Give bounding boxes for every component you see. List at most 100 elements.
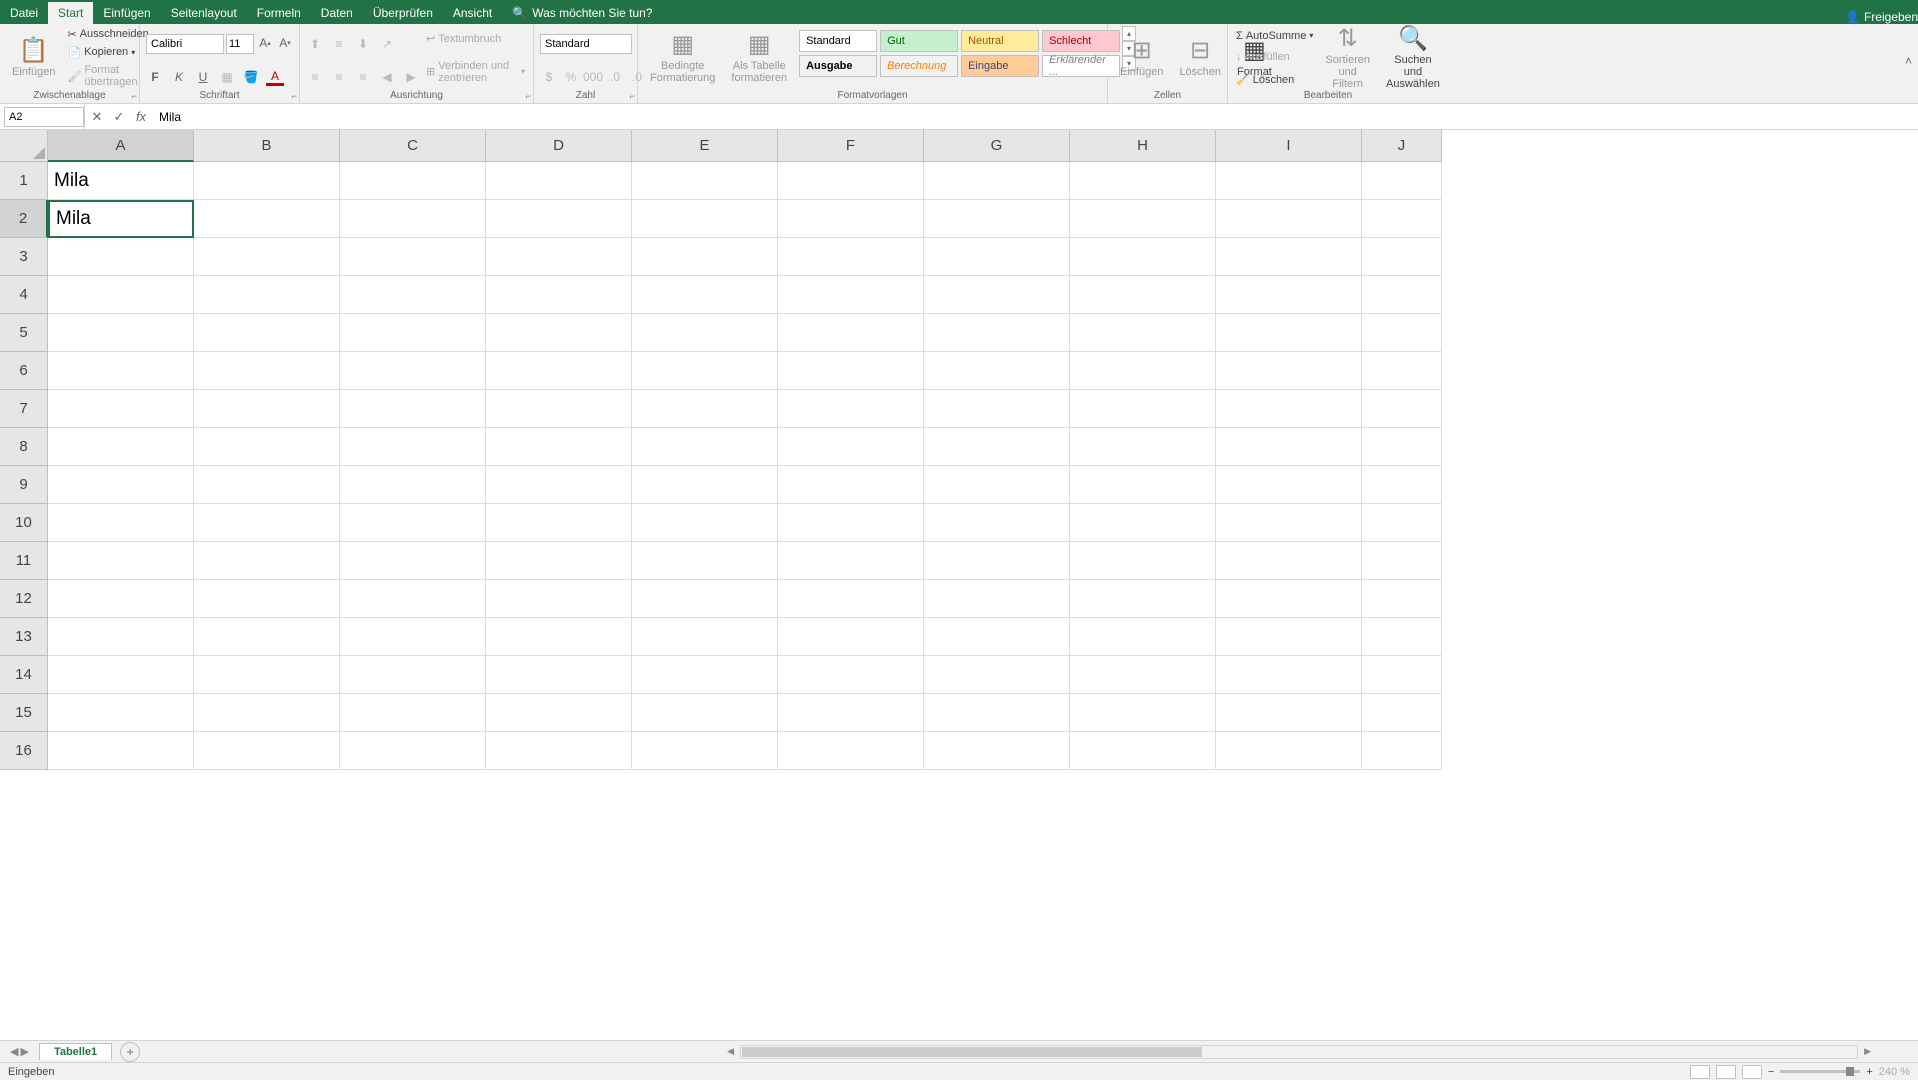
cell-G12[interactable] — [924, 580, 1070, 618]
sort-filter-button[interactable]: ⇅ Sortieren und Filtern — [1319, 26, 1376, 90]
row-header-10[interactable]: 10 — [0, 504, 48, 542]
page-layout-view-button[interactable] — [1716, 1065, 1736, 1079]
cell-C3[interactable] — [340, 238, 486, 276]
cell-A4[interactable] — [48, 276, 194, 314]
cell-J3[interactable] — [1362, 238, 1442, 276]
row-header-12[interactable]: 12 — [0, 580, 48, 618]
borders-button[interactable]: ▦ — [218, 68, 236, 86]
thousands-button[interactable]: 000 — [584, 68, 602, 86]
row-header-4[interactable]: 4 — [0, 276, 48, 314]
cell-D4[interactable] — [486, 276, 632, 314]
cell-H3[interactable] — [1070, 238, 1216, 276]
share-button[interactable]: 👤 Freigeben — [1845, 10, 1918, 24]
tell-me-search[interactable]: 🔍 Was möchten Sie tun? — [502, 2, 662, 24]
style-gut[interactable]: Gut — [880, 30, 958, 52]
cell-H10[interactable] — [1070, 504, 1216, 542]
cell-H4[interactable] — [1070, 276, 1216, 314]
cell-H14[interactable] — [1070, 656, 1216, 694]
wrap-text-button[interactable]: ↩ Textumbruch — [424, 31, 527, 46]
cell-A5[interactable] — [48, 314, 194, 352]
cell-C5[interactable] — [340, 314, 486, 352]
insert-function-button[interactable]: fx — [133, 109, 149, 124]
cell-E14[interactable] — [632, 656, 778, 694]
cell-J12[interactable] — [1362, 580, 1442, 618]
tab-formeln[interactable]: Formeln — [247, 2, 311, 24]
cell-H16[interactable] — [1070, 732, 1216, 770]
cell-A12[interactable] — [48, 580, 194, 618]
increase-font-button[interactable]: A▴ — [256, 34, 274, 52]
row-header-8[interactable]: 8 — [0, 428, 48, 466]
cell-D3[interactable] — [486, 238, 632, 276]
cell-A14[interactable] — [48, 656, 194, 694]
cell-A1[interactable]: Mila — [48, 162, 194, 200]
cell-E5[interactable] — [632, 314, 778, 352]
cell-E12[interactable] — [632, 580, 778, 618]
increase-indent-button[interactable]: ▶ — [402, 68, 420, 86]
cell-H1[interactable] — [1070, 162, 1216, 200]
cell-F8[interactable] — [778, 428, 924, 466]
number-launcher[interactable]: ⌐ — [630, 91, 635, 101]
find-select-button[interactable]: 🔍 Suchen und Auswählen — [1380, 26, 1446, 90]
cell-C13[interactable] — [340, 618, 486, 656]
tab-ueberpruefen[interactable]: Überprüfen — [363, 2, 443, 24]
cell-H8[interactable] — [1070, 428, 1216, 466]
bold-button[interactable]: F — [146, 68, 164, 86]
cell-D6[interactable] — [486, 352, 632, 390]
cell-F9[interactable] — [778, 466, 924, 504]
cell-J9[interactable] — [1362, 466, 1442, 504]
column-header-F[interactable]: F — [778, 130, 924, 162]
cell-A6[interactable] — [48, 352, 194, 390]
cell-J5[interactable] — [1362, 314, 1442, 352]
cell-E6[interactable] — [632, 352, 778, 390]
cell-E7[interactable] — [632, 390, 778, 428]
cell-B1[interactable] — [194, 162, 340, 200]
row-header-13[interactable]: 13 — [0, 618, 48, 656]
cell-C4[interactable] — [340, 276, 486, 314]
cell-B2[interactable] — [194, 200, 340, 238]
cell-J13[interactable] — [1362, 618, 1442, 656]
conditional-formatting-button[interactable]: ▦ Bedingte Formatierung — [644, 26, 721, 90]
cell-C11[interactable] — [340, 542, 486, 580]
delete-cells-button[interactable]: ⊟ Löschen — [1173, 26, 1227, 90]
autosum-button[interactable]: Σ AutoSumme ▾ — [1234, 29, 1315, 43]
align-left-button[interactable]: ≡ — [306, 68, 324, 86]
cell-B12[interactable] — [194, 580, 340, 618]
cut-button[interactable]: ✂ Ausschneiden — [65, 27, 150, 42]
cell-A10[interactable] — [48, 504, 194, 542]
cell-C14[interactable] — [340, 656, 486, 694]
cell-B8[interactable] — [194, 428, 340, 466]
cell-H6[interactable] — [1070, 352, 1216, 390]
cell-E1[interactable] — [632, 162, 778, 200]
cell-J14[interactable] — [1362, 656, 1442, 694]
tab-daten[interactable]: Daten — [311, 2, 363, 24]
style-standard[interactable]: Standard — [799, 30, 877, 52]
cell-G11[interactable] — [924, 542, 1070, 580]
column-header-A[interactable]: A — [48, 130, 194, 162]
cell-C12[interactable] — [340, 580, 486, 618]
underline-button[interactable]: U — [194, 68, 212, 86]
align-center-button[interactable]: ≡ — [330, 68, 348, 86]
select-all-corner[interactable] — [0, 130, 48, 162]
name-box[interactable] — [4, 107, 84, 127]
font-name-select[interactable] — [146, 34, 224, 54]
cell-I10[interactable] — [1216, 504, 1362, 542]
cell-F14[interactable] — [778, 656, 924, 694]
add-sheet-button[interactable]: + — [120, 1042, 140, 1062]
clear-button[interactable]: 🧹 Löschen — [1234, 72, 1315, 87]
column-header-B[interactable]: B — [194, 130, 340, 162]
cell-F16[interactable] — [778, 732, 924, 770]
align-bottom-button[interactable]: ⬇ — [354, 35, 372, 53]
cell-D9[interactable] — [486, 466, 632, 504]
cell-B10[interactable] — [194, 504, 340, 542]
cell-A11[interactable] — [48, 542, 194, 580]
cell-B3[interactable] — [194, 238, 340, 276]
scroll-left-button[interactable]: ◀ — [727, 1046, 734, 1057]
cell-A15[interactable] — [48, 694, 194, 732]
cell-H9[interactable] — [1070, 466, 1216, 504]
cell-F2[interactable] — [778, 200, 924, 238]
cell-E10[interactable] — [632, 504, 778, 542]
cell-D11[interactable] — [486, 542, 632, 580]
cell-E15[interactable] — [632, 694, 778, 732]
row-header-3[interactable]: 3 — [0, 238, 48, 276]
zoom-out-button[interactable]: − — [1768, 1066, 1774, 1078]
